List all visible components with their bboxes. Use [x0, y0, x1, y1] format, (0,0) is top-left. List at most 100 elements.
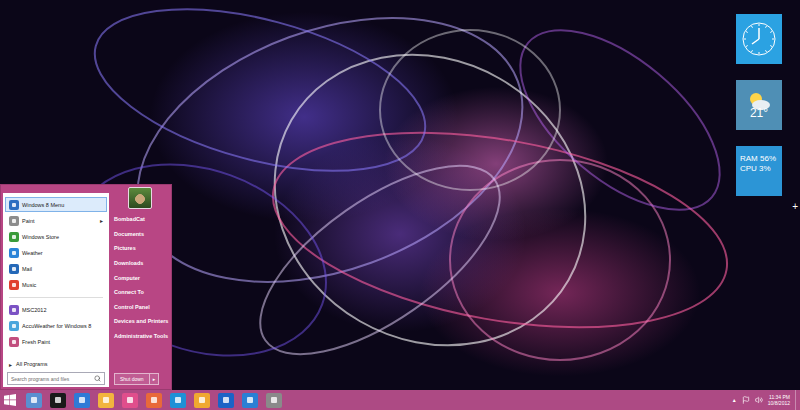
program-icon: [9, 200, 19, 210]
menu-item-label: MSC2012: [22, 307, 103, 313]
program-icon-mark: [12, 340, 16, 344]
menu-item[interactable]: Music: [5, 277, 107, 292]
all-programs[interactable]: ▸ All Programs: [3, 358, 109, 370]
app-icon: [223, 397, 229, 403]
show-desktop-button[interactable]: [795, 390, 800, 410]
weather-temperature: 21°: [750, 106, 768, 120]
program-icon-mark: [12, 283, 16, 287]
taskbar-app[interactable]: [74, 393, 90, 408]
taskbar-app[interactable]: [218, 393, 234, 408]
programs-panel: Windows 8 MenuPaint▸Windows StoreWeather…: [3, 193, 109, 387]
menu-item-label: Windows 8 Menu: [22, 202, 103, 208]
speaker-icon[interactable]: [755, 396, 763, 404]
program-icon: [9, 321, 19, 331]
menu-item[interactable]: Windows Store: [5, 229, 107, 244]
start-menu: Windows 8 MenuPaint▸Windows StoreWeather…: [0, 184, 172, 390]
taskbar-app[interactable]: [194, 393, 210, 408]
tray-expand-button[interactable]: ▲: [732, 397, 737, 403]
taskbar-clock[interactable]: 11:34 PM10/8/2012: [768, 394, 790, 407]
ram-usage: RAM 56%: [740, 154, 776, 163]
program-icon: [9, 232, 19, 242]
user-avatar[interactable]: [128, 187, 152, 209]
app-icon: [199, 397, 205, 403]
place-item[interactable]: Administrative Tools: [114, 329, 168, 344]
all-programs-label: All Programs: [16, 361, 103, 367]
menu-item[interactable]: MSC2012: [5, 302, 107, 317]
menu-item-label: Mail: [22, 266, 103, 272]
app-icon: [31, 397, 37, 403]
menu-item-label: Weather: [22, 250, 103, 256]
all-programs-arrow-icon: ▸: [9, 361, 12, 368]
program-icon: [9, 216, 19, 226]
clock-time: 11:34 PM: [769, 394, 790, 401]
magnifier-icon[interactable]: [94, 375, 101, 382]
submenu-arrow-icon[interactable]: ▸: [100, 217, 103, 224]
taskbar-app[interactable]: [242, 393, 258, 408]
action-center-flag-icon[interactable]: [742, 396, 750, 404]
program-icon: [9, 248, 19, 258]
search-placeholder: Search programs and files: [11, 376, 94, 382]
place-item[interactable]: Devices and Printers: [114, 314, 168, 329]
system-tray: ▲ 11:34 PM10/8/2012: [732, 390, 800, 410]
program-icon-mark: [12, 251, 16, 255]
user-name[interactable]: BombadCat: [114, 212, 168, 227]
place-item[interactable]: Downloads: [114, 256, 168, 271]
place-item[interactable]: Connect To: [114, 285, 168, 300]
app-icon: [127, 397, 133, 403]
app-icon: [247, 397, 253, 403]
program-icon: [9, 264, 19, 274]
place-item[interactable]: Control Panel: [114, 300, 168, 315]
menu-item-label: Fresh Paint: [22, 339, 103, 345]
menu-item-label: Music: [22, 282, 103, 288]
app-icon: [55, 397, 61, 403]
windows-logo-icon: [4, 394, 16, 406]
app-icon: [103, 397, 109, 403]
program-icon: [9, 305, 19, 315]
place-item[interactable]: Documents: [114, 227, 168, 242]
menu-item[interactable]: Fresh Paint: [5, 334, 107, 349]
app-icon: [151, 397, 157, 403]
screen: 21°RAM 56%CPU 3%+Windows 8 MenuPaint▸Win…: [0, 0, 800, 410]
place-item[interactable]: Computer: [114, 270, 168, 285]
taskbar-app[interactable]: [146, 393, 162, 408]
program-icon-mark: [12, 267, 16, 271]
app-icon: [175, 397, 181, 403]
menu-item[interactable]: Paint▸: [5, 213, 107, 228]
taskbar-app[interactable]: [26, 393, 42, 408]
shutdown-options-button[interactable]: ▸: [150, 373, 160, 385]
taskbar-app[interactable]: [122, 393, 138, 408]
places-panel: BombadCatDocumentsPicturesDownloadsCompu…: [109, 193, 171, 387]
app-icon: [79, 397, 85, 403]
add-gadget-button[interactable]: +: [792, 202, 799, 212]
cpu-usage: CPU 3%: [740, 164, 771, 173]
menu-separator: [9, 297, 103, 298]
program-icon-mark: [12, 203, 16, 207]
gadget-column: 21° RAM 56%CPU 3% +: [736, 14, 799, 212]
menu-item-label: Windows Store: [22, 234, 103, 240]
taskbar: ▲ 11:34 PM10/8/2012: [0, 390, 800, 410]
menu-item-label: AccuWeather for Windows 8: [22, 323, 103, 329]
menu-item[interactable]: AccuWeather for Windows 8: [5, 318, 107, 333]
analog-clock-icon: [741, 21, 777, 57]
program-icon: [9, 337, 19, 347]
menu-item[interactable]: Windows 8 Menu: [5, 197, 107, 212]
taskbar-app[interactable]: [50, 393, 66, 408]
program-icon-mark: [12, 219, 16, 223]
taskbar-app[interactable]: [98, 393, 114, 408]
program-icon-mark: [12, 324, 16, 328]
taskbar-app[interactable]: [170, 393, 186, 408]
clock-date: 10/8/2012: [768, 400, 790, 407]
search-field[interactable]: Search programs and files: [7, 372, 105, 385]
taskbar-app[interactable]: [266, 393, 282, 408]
menu-item[interactable]: Weather: [5, 245, 107, 260]
weather-gadget[interactable]: 21°: [736, 80, 782, 130]
menu-item-label: Paint: [22, 218, 97, 224]
meter-gadget[interactable]: RAM 56%CPU 3%: [736, 146, 782, 196]
app-icon: [271, 397, 277, 403]
menu-item[interactable]: Mail: [5, 261, 107, 276]
clock-gadget[interactable]: [736, 14, 782, 64]
place-item[interactable]: Pictures: [114, 241, 168, 256]
desktop[interactable]: 21°RAM 56%CPU 3%+Windows 8 MenuPaint▸Win…: [0, 0, 800, 390]
start-button[interactable]: [2, 392, 18, 408]
shutdown-button[interactable]: Shut down: [114, 373, 150, 385]
